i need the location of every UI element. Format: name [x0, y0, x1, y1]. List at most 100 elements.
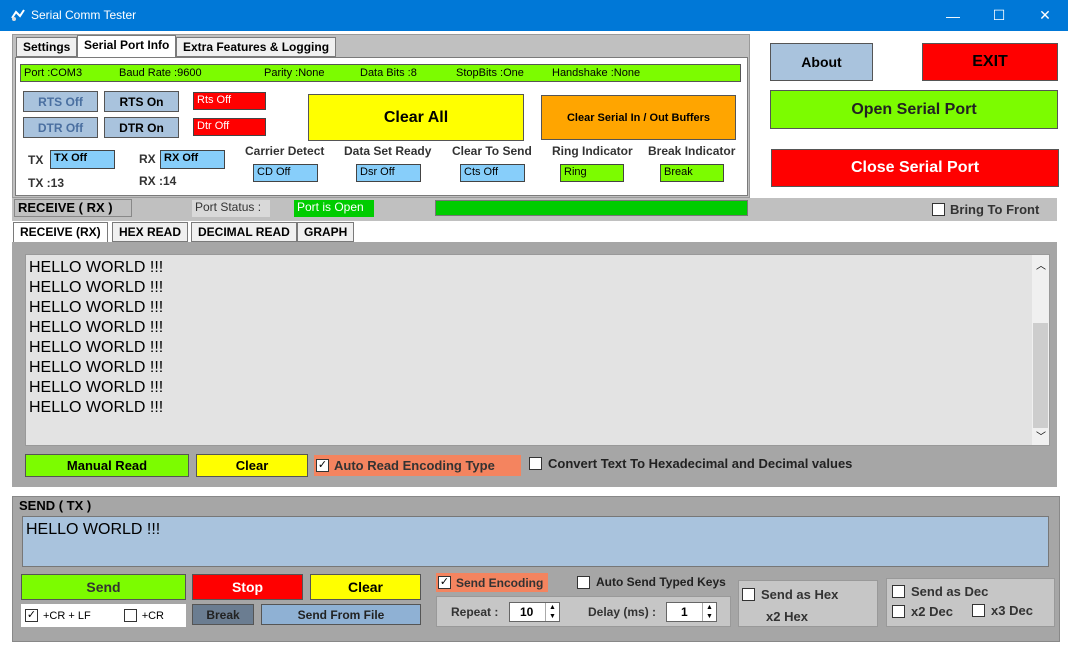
auto-read-encoding-option[interactable]: ✓ Auto Read Encoding Type [314, 455, 521, 476]
delay-stepper[interactable]: 1 ▲ ▼ [666, 602, 717, 622]
line-ending-group: ✓ +CR + LF +CR [21, 604, 186, 627]
port-status-value: Port is Open [294, 200, 374, 217]
bring-to-front-label: Bring To Front [950, 201, 1040, 217]
scroll-thumb[interactable] [1033, 323, 1048, 428]
clear-all-button[interactable]: Clear All [308, 94, 524, 141]
dtr-off-button[interactable]: DTR Off [23, 117, 98, 138]
receive-line: HELLO WORLD !!! [29, 319, 164, 336]
dsr-label: Data Set Ready [344, 144, 432, 158]
tab-decimal-read[interactable]: DECIMAL READ [191, 222, 297, 242]
send-hex-label: Send as Hex [761, 587, 839, 602]
x3-dec-option[interactable]: x3 Dec [972, 603, 1033, 618]
dtr-on-button[interactable]: DTR On [104, 117, 179, 138]
convert-option[interactable]: Convert Text To Hexadecimal and Decimal … [529, 456, 852, 471]
send-header: SEND ( TX ) [19, 498, 92, 513]
chevron-down-icon[interactable]: ▼ [549, 613, 556, 620]
tx-label: TX [28, 153, 44, 167]
repeat-stepper[interactable]: 10 ▲ ▼ [509, 602, 560, 622]
receive-line: HELLO WORLD !!! [29, 299, 164, 316]
send-encoding-option[interactable]: ✓ Send Encoding [436, 573, 548, 592]
crlf-label: +CR + LF [43, 609, 91, 622]
chevron-down-icon[interactable]: ▼ [706, 613, 713, 620]
send-hex-option[interactable]: Send as Hex [742, 587, 838, 602]
rts-on-button[interactable]: RTS On [104, 91, 179, 112]
tab-receive-rx[interactable]: RECEIVE (RX) [13, 222, 108, 243]
baud-info: Baud Rate :9600 [119, 67, 202, 79]
ring-indicator: Ring [560, 164, 624, 182]
rx-clear-button[interactable]: Clear [196, 454, 308, 477]
tab-settings[interactable]: Settings [16, 37, 78, 57]
send-dec-checkbox[interactable] [892, 585, 905, 598]
receive-scrollbar[interactable]: ︿ ﹀ [1032, 255, 1049, 445]
receive-line: HELLO WORLD !!! [29, 399, 164, 416]
send-button[interactable]: Send [21, 574, 186, 600]
minimize-button[interactable]: — [930, 0, 976, 31]
rx-indicator: RX Off [160, 150, 225, 169]
clear-buffers-button[interactable]: Clear Serial In / Out Buffers [541, 95, 736, 140]
rts-state: Rts Off [193, 92, 266, 110]
crlf-checkbox[interactable]: ✓ [25, 609, 38, 622]
tab-serial-port-info[interactable]: Serial Port Info [77, 35, 177, 57]
delay-value: 1 [681, 605, 688, 619]
rx-label: RX [139, 152, 156, 166]
convert-checkbox[interactable] [529, 457, 542, 470]
bring-to-front-option[interactable]: Bring To Front [928, 200, 1056, 218]
tx-indicator: TX Off [50, 150, 115, 169]
databits-info: Data Bits :8 [360, 67, 417, 79]
send-from-file-button[interactable]: Send From File [261, 604, 421, 625]
handshake-info: Handshake :None [552, 67, 641, 79]
bring-to-front-checkbox[interactable] [932, 202, 945, 216]
manual-read-button[interactable]: Manual Read [25, 454, 189, 477]
tab-graph[interactable]: GRAPH [297, 222, 355, 242]
rts-off-button[interactable]: RTS Off [23, 91, 98, 112]
about-button[interactable]: About [770, 43, 873, 81]
scroll-up-icon[interactable]: ︿ [1036, 257, 1046, 272]
receive-line: HELLO WORLD !!! [29, 279, 164, 296]
close-serial-port-button[interactable]: Close Serial Port [771, 149, 1059, 187]
auto-read-checkbox[interactable]: ✓ [316, 459, 329, 472]
receive-textbox[interactable]: HELLO WORLD !!! HELLO WORLD !!! HELLO WORL… [25, 254, 1050, 446]
send-hex-checkbox[interactable] [742, 588, 755, 601]
break-label: Break Indicator [648, 144, 736, 158]
x2-dec-checkbox[interactable] [892, 605, 905, 618]
x2-dec-label: x2 Dec [911, 604, 953, 619]
tab-hex-read[interactable]: HEX READ [112, 222, 189, 242]
stop-button[interactable]: Stop [192, 574, 303, 600]
send-textbox[interactable]: HELLO WORLD !!! [22, 516, 1049, 567]
parity-info: Parity :None [264, 67, 325, 79]
window-title: Serial Comm Tester [31, 8, 137, 22]
port-info-strip: Port :COM3 Baud Rate :9600 Parity :None … [20, 64, 741, 82]
send-dec-option[interactable]: Send as Dec [892, 584, 988, 599]
cts-label: Clear To Send [452, 144, 532, 158]
auto-send-checkbox[interactable] [577, 575, 590, 589]
open-serial-port-button[interactable]: Open Serial Port [770, 90, 1058, 129]
x2-dec-option[interactable]: x2 Dec [892, 604, 953, 619]
chevron-up-icon[interactable]: ▲ [549, 604, 556, 611]
receive-text: HELLO WORLD !!! HELLO WORLD !!! HELLO WORL… [29, 258, 163, 418]
cr-checkbox[interactable] [123, 609, 137, 622]
cd-indicator: CD Off [253, 164, 318, 182]
send-encoding-checkbox[interactable]: ✓ [438, 576, 451, 589]
ring-label: Ring Indicator [552, 144, 633, 158]
auto-read-label: Auto Read Encoding Type [334, 458, 495, 473]
close-window-button[interactable]: ✕ [1022, 0, 1068, 31]
receive-line: HELLO WORLD !!! [29, 379, 164, 396]
maximize-button[interactable]: ☐ [976, 0, 1022, 31]
delay-label: Delay (ms) : [588, 605, 657, 619]
send-clear-button[interactable]: Clear [310, 574, 421, 600]
break-button[interactable]: Break [192, 604, 254, 625]
scroll-down-icon[interactable]: ﹀ [1036, 428, 1046, 443]
receive-header: RECEIVE ( RX ) [14, 199, 132, 217]
exit-button[interactable]: EXIT [922, 43, 1058, 81]
carrier-detect-label: Carrier Detect [245, 144, 325, 158]
port-progress-bar [435, 200, 748, 216]
dsr-indicator: Dsr Off [356, 164, 421, 182]
send-dec-label: Send as Dec [911, 584, 989, 599]
chevron-up-icon[interactable]: ▲ [706, 604, 713, 611]
x3-dec-label: x3 Dec [991, 603, 1033, 618]
receive-line: HELLO WORLD !!! [29, 339, 164, 356]
x3-dec-checkbox[interactable] [972, 604, 985, 617]
auto-send-option[interactable]: Auto Send Typed Keys [577, 575, 726, 589]
tab-extra-features[interactable]: Extra Features & Logging [176, 37, 337, 57]
auto-send-label: Auto Send Typed Keys [596, 575, 726, 589]
